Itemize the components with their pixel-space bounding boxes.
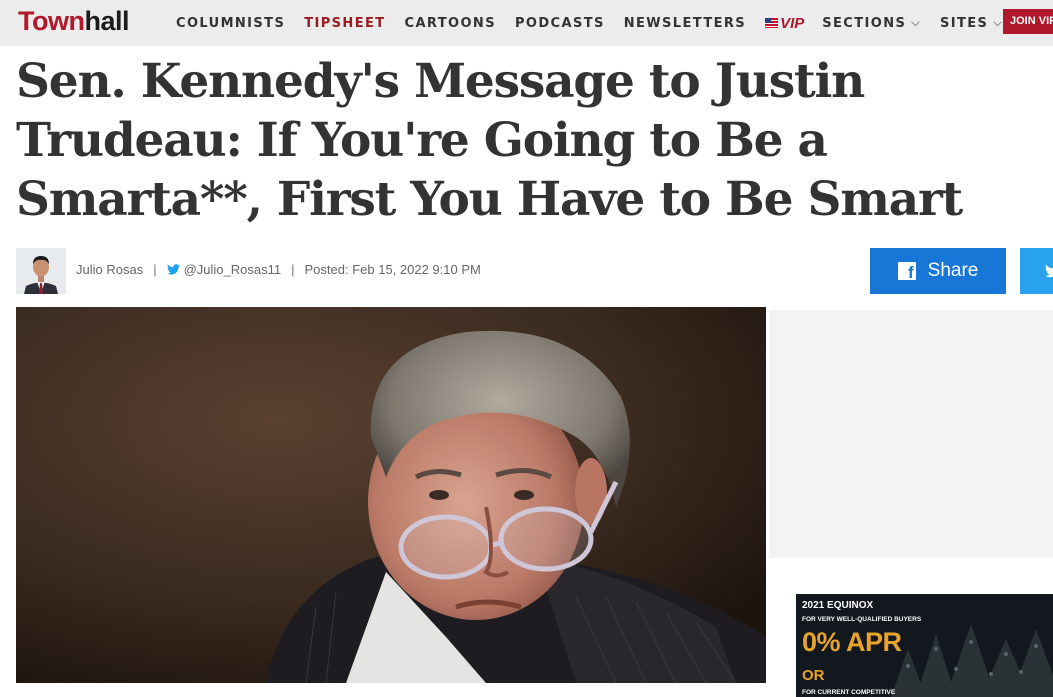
facebook-share-button[interactable]: f Share [870,248,1006,294]
ad-model: 2021 EQUINOX [802,600,874,611]
byline-separator: | [291,262,295,277]
join-vip-button[interactable]: JOIN VIP [1003,9,1053,34]
nav-sections[interactable]: SECTIONS ⌵ [822,16,921,31]
site-logo[interactable]: Townhall [18,6,129,37]
ad-placeholder [770,310,1053,558]
equinox-ad[interactable]: 2021 EQUINOX FOR VERY WELL-QUALIFIED BUY… [796,594,1053,697]
byline: Julio Rosas | @Julio_Rosas11 | Posted: F… [76,262,481,277]
twitter-icon [166,264,180,275]
ad-qualifier: FOR VERY WELL-QUALIFIED BUYERS [802,616,922,623]
twitter-share-button[interactable] [1020,248,1053,294]
nav-sites-label: SITES [940,15,989,31]
facebook-icon: f [897,262,916,282]
ad-apr: 0% APR [802,627,902,657]
chevron-down-icon: ⌵ [911,16,921,29]
nav-tipsheet[interactable]: TIPSHEET [304,16,385,31]
byline-separator: | [153,262,157,277]
author-avatar[interactable] [16,248,66,294]
ad-footer: FOR CURRENT COMPETITIVE [802,689,896,696]
logo-town: Town [18,6,85,36]
twitter-icon [1045,264,1053,278]
article-hero-image [16,307,766,683]
nav-columnists[interactable]: COLUMNISTS [176,16,285,31]
author-name[interactable]: Julio Rosas [76,262,143,277]
nav-vip[interactable]: VIP [765,15,804,32]
nav-sites[interactable]: SITES ⌵ [940,16,1003,31]
article-headline: Sen. Kennedy's Message to Justin Trudeau… [16,54,963,227]
nav-vip-label: VIP [780,14,805,32]
nav-newsletters[interactable]: NEWSLETTERS [624,16,746,31]
nav-cartoons[interactable]: CARTOONS [405,16,496,31]
us-flag-icon [765,18,779,28]
ad-or: OR [802,667,825,684]
nav-podcasts[interactable]: PODCASTS [515,16,605,31]
top-nav: Townhall COLUMNISTS TIPSHEET CARTOONS PO… [0,0,1053,46]
nav-sections-label: SECTIONS [822,15,907,31]
twitter-handle[interactable]: @Julio_Rosas11 [184,262,282,277]
nav-menu: COLUMNISTS TIPSHEET CARTOONS PODCASTS NE… [176,0,1022,46]
chevron-down-icon: ⌵ [993,16,1004,29]
facebook-share-label: Share [927,260,979,281]
logo-hall: hall [84,6,129,36]
posted-date: Posted: Feb 15, 2022 9:10 PM [304,262,481,277]
